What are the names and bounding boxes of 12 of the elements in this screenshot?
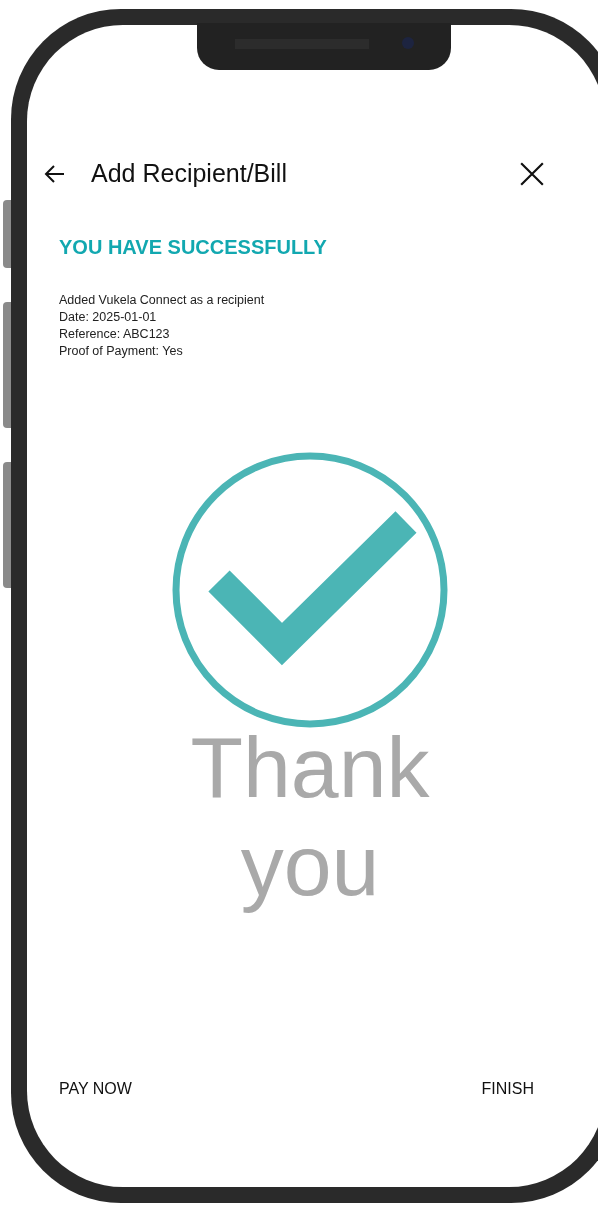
thank-you-message: Thank you [189,717,431,914]
action-button[interactable]: PAY NOW [59,1077,132,1101]
detail-line: Added Vukela Connect as a recipient [59,291,266,309]
success-heading: YOU HAVE SUCCESSFULLY [59,234,328,260]
detail-line: Proof of Payment: Yes [59,342,184,360]
close-icon [519,160,545,187]
checkmark-circle-icon [172,451,448,728]
action-button[interactable]: FINISH [481,1077,534,1101]
detail-line: Date: 2025-01-01 [59,308,158,326]
screen-title: Add Recipient/Bill [91,158,287,189]
close-button[interactable] [519,160,545,187]
detail-line: Reference: ABC123 [59,325,171,343]
